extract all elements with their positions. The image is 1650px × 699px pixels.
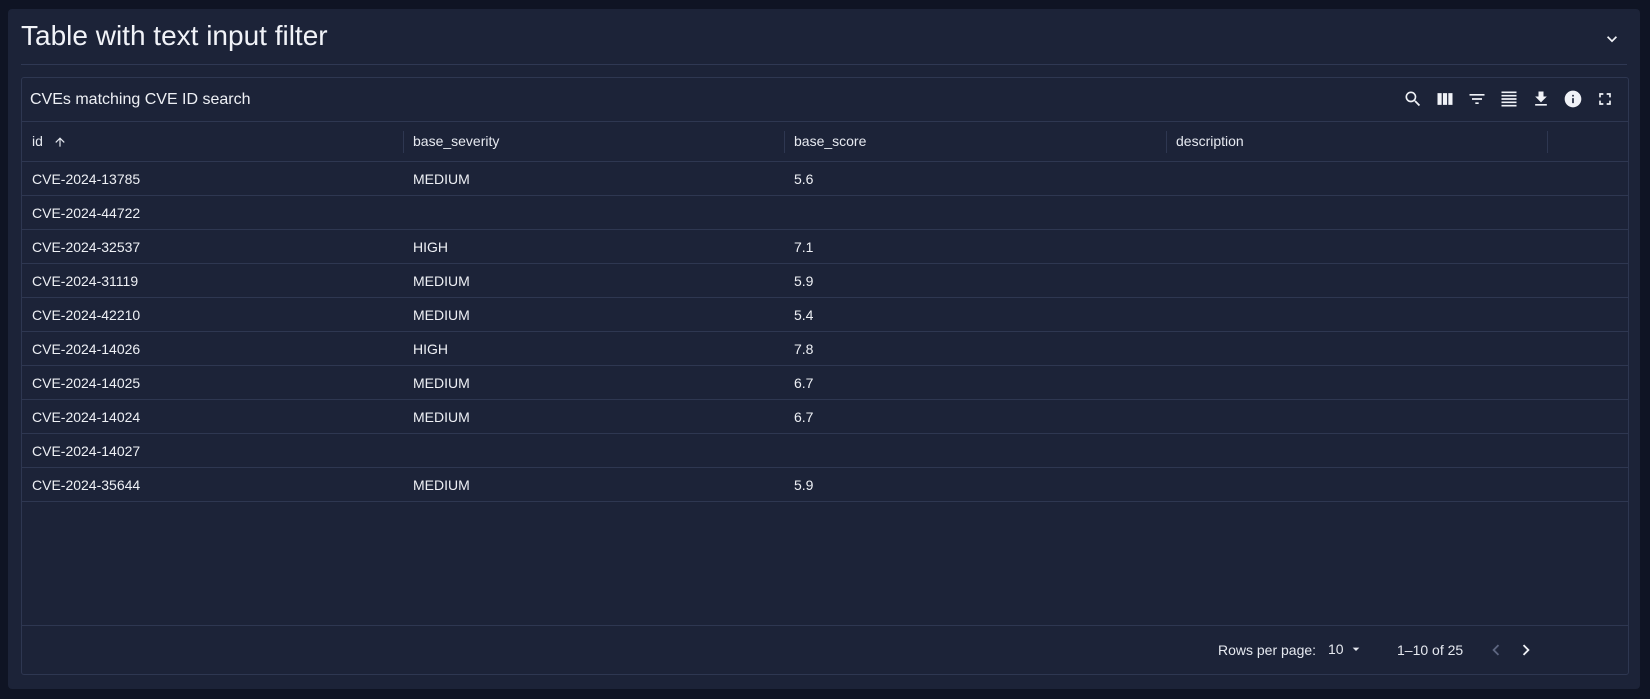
- download-icon[interactable]: [1530, 88, 1552, 110]
- cell-description: [1166, 230, 1176, 264]
- cell-base-score: 6.7: [794, 375, 814, 391]
- cell-id: CVE-2024-35644: [32, 477, 141, 493]
- data-table-card: CVEs matching CVE ID search id base_seve…: [21, 77, 1629, 675]
- column-header-base-score[interactable]: base_score: [784, 122, 1166, 161]
- table-row[interactable]: CVE-2024-14024 MEDIUM 6.7: [22, 400, 1628, 434]
- cell-description: [1166, 264, 1176, 298]
- cell-id: CVE-2024-42210: [32, 307, 141, 323]
- table-body: CVE-2024-13785 MEDIUM 5.6 CVE-2024-44722…: [22, 162, 1628, 502]
- table-title: CVEs matching CVE ID search: [30, 91, 251, 108]
- cell-base-score: [784, 196, 794, 230]
- cell-id: CVE-2024-13785: [32, 171, 141, 187]
- next-page-button[interactable]: [1515, 639, 1537, 661]
- cell-description: [1166, 196, 1176, 230]
- cell-base-score: 5.6: [794, 171, 814, 187]
- cell-id: CVE-2024-31119: [32, 273, 139, 289]
- table-row[interactable]: CVE-2024-35644 MEDIUM 5.9: [22, 468, 1628, 502]
- cell-description: [1166, 468, 1176, 502]
- cell-id: CVE-2024-14027: [32, 443, 141, 459]
- cell-base-score: 6.7: [794, 409, 814, 425]
- cell-id: CVE-2024-44722: [32, 205, 141, 221]
- cell-base-severity: [403, 434, 413, 468]
- cell-base-severity: MEDIUM: [413, 171, 470, 187]
- column-header-base-severity[interactable]: base_severity: [403, 122, 784, 161]
- chevron-right-icon: [1522, 644, 1530, 656]
- cell-base-score: 5.9: [794, 477, 814, 493]
- cell-id: CVE-2024-32537: [32, 239, 141, 255]
- table-header: id base_severity base_score description: [22, 122, 1628, 162]
- panel-divider: [21, 64, 1627, 65]
- dashboard-panel: Table with text input filter CVEs matchi…: [8, 9, 1640, 689]
- rows-per-page-value: 10: [1328, 641, 1344, 657]
- cell-base-severity: MEDIUM: [413, 307, 470, 323]
- filter-icon[interactable]: [1466, 88, 1488, 110]
- cell-id: CVE-2024-14025: [32, 375, 141, 391]
- table-row[interactable]: CVE-2024-44722: [22, 196, 1628, 230]
- column-header-description[interactable]: description: [1166, 122, 1546, 161]
- chevron-down-icon[interactable]: [1602, 29, 1622, 49]
- fullscreen-icon[interactable]: [1594, 88, 1616, 110]
- table-row[interactable]: CVE-2024-14025 MEDIUM 6.7: [22, 366, 1628, 400]
- chevron-left-icon: [1492, 644, 1500, 656]
- cell-id: CVE-2024-14024: [32, 409, 141, 425]
- rows-per-page-label: Rows per page:: [1218, 642, 1317, 658]
- cell-base-severity: HIGH: [413, 239, 448, 255]
- arrow-up-icon[interactable]: [53, 135, 67, 149]
- cell-base-score: 5.4: [794, 307, 814, 323]
- columns-icon[interactable]: [1434, 88, 1456, 110]
- column-separator[interactable]: [1547, 131, 1548, 153]
- cell-base-severity: HIGH: [413, 341, 448, 357]
- panel-header: Table with text input filter: [8, 9, 1640, 64]
- cell-id: CVE-2024-14026: [32, 341, 141, 357]
- table-pagination: Rows per page: 10 1–10 of 25: [22, 625, 1628, 674]
- cell-base-score: [784, 434, 794, 468]
- info-icon[interactable]: [1562, 88, 1584, 110]
- cell-base-severity: MEDIUM: [413, 409, 470, 425]
- column-header-id[interactable]: id: [22, 122, 403, 161]
- table-row[interactable]: CVE-2024-31119 MEDIUM 5.9: [22, 264, 1628, 298]
- caret-down-icon: [1352, 647, 1359, 651]
- rows-per-page-select[interactable]: 10: [1328, 641, 1364, 657]
- table-row[interactable]: CVE-2024-42210 MEDIUM 5.4: [22, 298, 1628, 332]
- cell-description: [1166, 332, 1176, 366]
- previous-page-button[interactable]: [1485, 639, 1507, 661]
- table-row[interactable]: CVE-2024-13785 MEDIUM 5.6: [22, 162, 1628, 196]
- cell-base-severity: [403, 196, 413, 230]
- cell-description: [1166, 162, 1176, 196]
- column-header-label: id: [32, 133, 43, 149]
- cell-description: [1166, 434, 1176, 468]
- table-row[interactable]: CVE-2024-32537 HIGH 7.1: [22, 230, 1628, 264]
- cell-base-score: 7.1: [794, 239, 814, 255]
- pagination-range: 1–10 of 25: [1397, 642, 1464, 658]
- cell-base-severity: MEDIUM: [413, 273, 470, 289]
- toolbar-icons: [1402, 88, 1616, 110]
- table-row[interactable]: CVE-2024-14027: [22, 434, 1628, 468]
- cell-description: [1166, 366, 1176, 400]
- cell-base-severity: MEDIUM: [413, 375, 470, 391]
- cell-description: [1166, 400, 1176, 434]
- search-icon[interactable]: [1402, 88, 1424, 110]
- cell-base-score: 5.9: [794, 273, 814, 289]
- density-icon[interactable]: [1498, 88, 1520, 110]
- table-row[interactable]: CVE-2024-14026 HIGH 7.8: [22, 332, 1628, 366]
- panel-title: Table with text input filter: [21, 20, 328, 51]
- table-toolbar: CVEs matching CVE ID search: [22, 78, 1628, 122]
- cell-base-severity: MEDIUM: [413, 477, 470, 493]
- cell-base-score: 7.8: [794, 341, 814, 357]
- cell-description: [1166, 298, 1176, 332]
